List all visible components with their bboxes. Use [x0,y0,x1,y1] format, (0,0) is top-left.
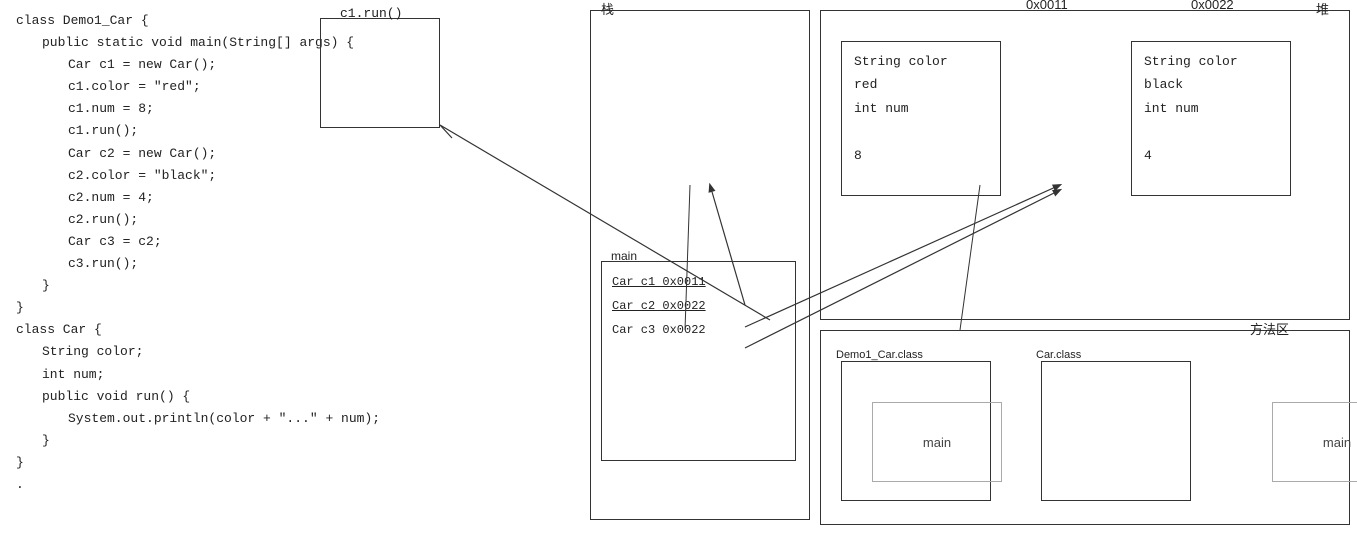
addr-0011-label: 0x0011 [1026,0,1068,12]
stack-c1: Car c1 0x0011 [612,270,785,294]
stack-c3: Car c3 0x0022 [612,318,785,342]
code-line-17: int num; [16,364,404,386]
obj1-line4 [854,120,988,143]
stack-c2: Car c2 0x0022 [612,294,785,318]
method-run-inner: main [1272,402,1357,482]
code-line-9: c2.num = 4; [16,187,404,209]
code-line-7: Car c2 = new Car(); [16,143,404,165]
obj1-line5: 8 [854,144,988,167]
method-area-label: 方法区 [1250,319,1289,338]
code-line-12: c3.run(); [16,253,404,275]
heap-box: 堆 0x0011 0x0022 String color red int num… [820,10,1350,320]
method-car-label: Car.class [1036,349,1081,361]
obj2-line2: black [1144,73,1278,96]
method-demo-label: Demo1_Car.class [836,349,923,361]
addr-0022-label: 0x0022 [1191,0,1234,12]
obj2-line1: String color [1144,50,1278,73]
code-line-15: class Car { [16,319,404,341]
code-line-19: System.out.println(color + "..." + num); [16,408,404,430]
heap-label: 堆 [1316,0,1329,18]
code-line-21: } [16,452,404,474]
obj2-line5: 4 [1144,144,1278,167]
method-main-inner: main [872,402,1002,482]
code-line-8: c2.color = "black"; [16,165,404,187]
obj1-line1: String color [854,50,988,73]
code-line-11: Car c3 = c2; [16,231,404,253]
code-line-16: String color; [16,341,404,363]
code-line-10: c2.run(); [16,209,404,231]
code-line-13: } [16,275,404,297]
stack-main-frame: Car c1 0x0011 Car c2 0x0022 Car c3 0x002… [601,261,796,461]
stack-box: 栈 main Car c1 0x0011 Car c2 0x0022 Car c… [590,10,810,520]
obj1-line3: int num [854,97,988,120]
code-line-14: } [16,297,404,319]
code-line-18: public void run() { [16,386,404,408]
obj1-line2: red [854,73,988,96]
heap-object-1: String color red int num 8 [841,41,1001,196]
code-line-20: } [16,430,404,452]
stack-label: 栈 [601,0,614,18]
diagram-panel: 栈 main Car c1 0x0011 Car c2 0x0022 Car c… [590,0,1357,539]
code-line-22: . [16,474,404,496]
obj2-line4 [1144,120,1278,143]
obj2-line3: int num [1144,97,1278,120]
heap-object-2: String color black int num 4 [1131,41,1291,196]
method-car-box: main [1041,361,1191,501]
method-demo-box: main [841,361,991,501]
method-area-box: 方法区 Demo1_Car.class main Car.class main [820,330,1350,525]
c1run-box [320,18,440,128]
c1run-label: c1.run() [340,6,402,21]
